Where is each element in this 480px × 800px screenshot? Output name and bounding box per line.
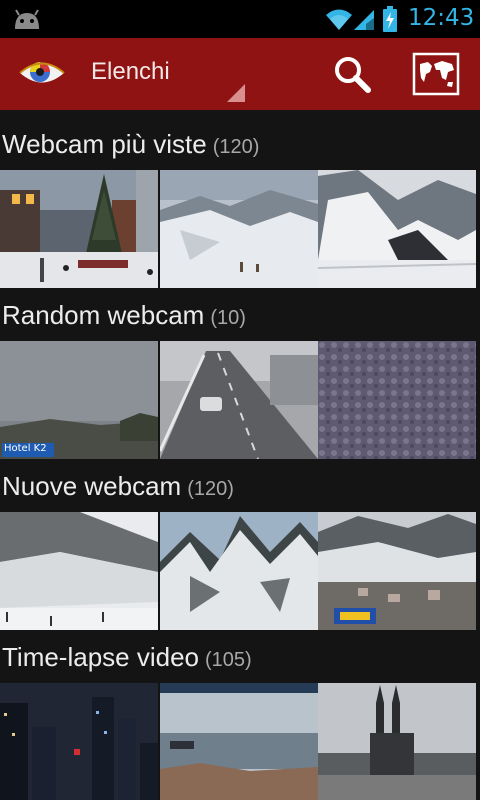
signal-icon (354, 10, 374, 30)
status-bar: 12:43 (0, 0, 480, 38)
section-new: Nuove webcam (120) (0, 460, 480, 630)
thumbnail-row (0, 683, 480, 800)
search-icon[interactable] (332, 54, 372, 94)
section-random: Random webcam (10) Hotel K2 (0, 289, 480, 459)
webcam-thumbnail[interactable] (0, 683, 158, 800)
list-selector-title[interactable]: Elenchi (91, 58, 170, 86)
webcam-thumbnail[interactable] (318, 683, 476, 800)
clock: 12:43 (408, 5, 475, 31)
thumbnail-row: Hotel K2 (0, 341, 480, 459)
webcam-thumbnail[interactable] (318, 512, 476, 630)
webcam-thumbnail[interactable] (160, 341, 318, 459)
section-title: Webcam più viste (2, 129, 207, 159)
webcam-thumbnail[interactable] (0, 512, 158, 630)
section-count: (105) (205, 649, 252, 671)
webcam-thumbnail[interactable] (0, 170, 158, 288)
section-header[interactable]: Time-lapse video (105) (0, 631, 480, 683)
section-header[interactable]: Nuove webcam (120) (0, 460, 480, 512)
webcam-thumbnail[interactable] (318, 341, 476, 459)
section-timelapse: Time-lapse video (105) (0, 631, 480, 800)
section-header[interactable]: Random webcam (10) (0, 289, 480, 341)
battery-charging-icon (383, 6, 397, 32)
wifi-icon (326, 9, 352, 30)
webcam-thumbnail[interactable] (160, 170, 318, 288)
section-count: (10) (210, 307, 246, 329)
section-header[interactable]: Webcam più viste (120) (0, 118, 480, 170)
section-title: Time-lapse video (2, 642, 200, 672)
world-map-icon[interactable] (412, 52, 460, 96)
app-logo-eye-icon[interactable] (18, 58, 66, 88)
section-title: Random webcam (2, 300, 205, 330)
spinner-dropdown-icon[interactable] (227, 84, 245, 102)
android-debug-icon (15, 9, 39, 29)
section-title: Nuove webcam (2, 471, 182, 501)
thumbnail-row (0, 512, 480, 630)
section-count: (120) (212, 136, 260, 158)
webcam-thumbnail[interactable]: Hotel K2 (0, 341, 158, 459)
section-count: (120) (187, 478, 234, 500)
webcam-thumbnail[interactable] (318, 170, 476, 288)
action-bar: Elenchi (0, 38, 480, 110)
webcam-thumbnail[interactable] (160, 683, 318, 800)
section-most-viewed: Webcam più viste (120) (0, 118, 480, 288)
webcam-thumbnail[interactable] (160, 512, 318, 630)
thumbnail-row (0, 170, 480, 288)
hotel-k2-label: Hotel K2 (4, 443, 47, 454)
